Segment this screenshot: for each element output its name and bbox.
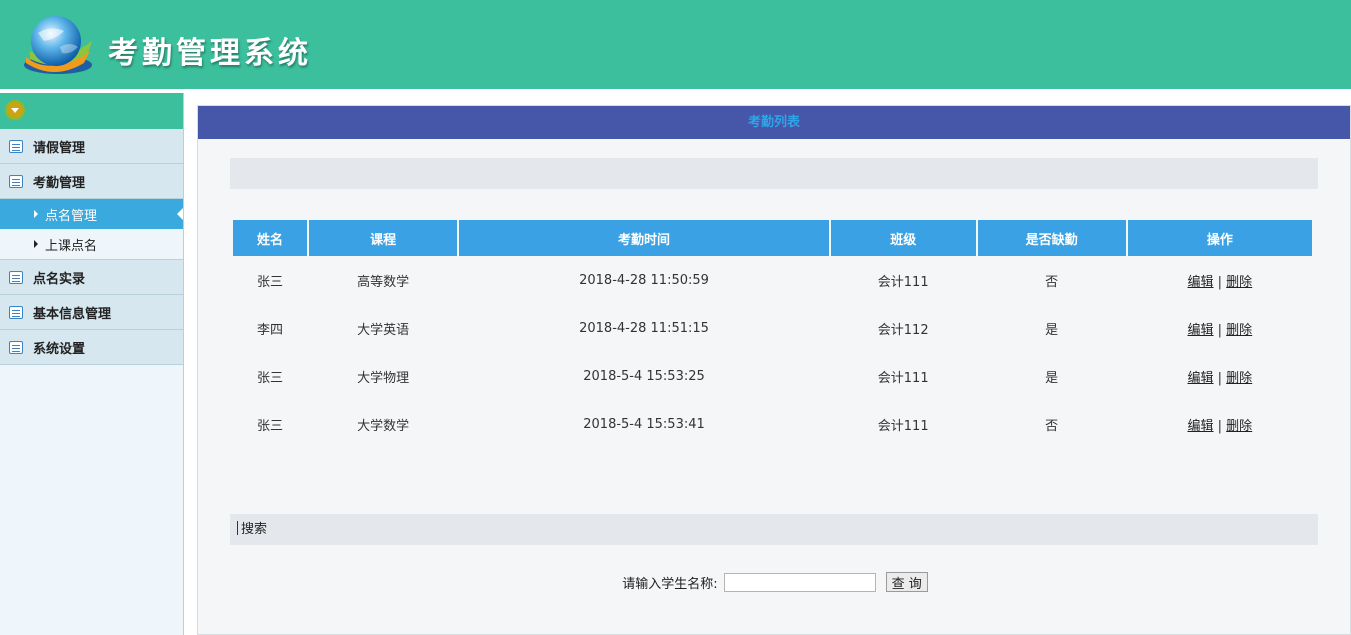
list-icon: [9, 305, 23, 319]
table-row: 张三 大学物理 2018-5-4 15:53:25 会计111 是 编辑 | 删…: [233, 352, 1312, 400]
sidebar-top-bar: [0, 93, 183, 129]
list-icon: [9, 174, 23, 188]
list-icon: [9, 139, 23, 153]
cell-time: 2018-4-28 11:50:59: [579, 272, 709, 288]
cell-actions: 编辑 | 删除: [1128, 256, 1312, 304]
column-header[interactable]: 课程: [309, 220, 458, 256]
globe-arrow-logo-icon: [24, 16, 92, 74]
caret-right-icon: [34, 240, 38, 248]
column-header[interactable]: 姓名: [233, 220, 308, 256]
student-name-label: 请输入学生名称:: [622, 576, 718, 592]
panel-title: 考勤列表: [198, 106, 1350, 139]
sidebar-group-label: 请假管理: [33, 140, 86, 156]
cell-time: 2018-4-28 11:51:15: [579, 320, 709, 336]
list-icon: [9, 270, 23, 284]
cell-course: 大学数学: [357, 418, 410, 434]
cell-name: 张三: [257, 418, 284, 434]
table-row: 李四 大学英语 2018-4-28 11:51:15 会计112 是 编辑 | …: [233, 304, 1312, 352]
cell-class: 会计111: [877, 274, 929, 290]
table-header-row: 姓名 课程 考勤时间 班级 是否缺勤 操作: [233, 220, 1312, 256]
delete-link[interactable]: 删除: [1226, 275, 1252, 290]
cell-absent: 是: [1045, 322, 1059, 338]
column-header[interactable]: 考勤时间: [459, 220, 829, 256]
edit-link[interactable]: 编辑: [1187, 323, 1213, 338]
cell-course: 高等数学: [357, 274, 410, 290]
cell-actions: 编辑 | 删除: [1128, 400, 1312, 448]
student-name-input[interactable]: [723, 572, 876, 592]
sidebar-item-label: 点名管理: [45, 208, 98, 224]
sidebar-item-label: 上课点名: [45, 238, 98, 254]
cell-time: 2018-5-4 15:53:41: [583, 416, 705, 432]
cell-class: 会计112: [877, 322, 929, 338]
sidebar-group-label: 系统设置: [33, 341, 86, 357]
column-header[interactable]: 是否缺勤: [977, 220, 1126, 256]
cell-time: 2018-5-4 15:53:25: [583, 368, 705, 384]
cell-absent: 否: [1045, 418, 1059, 434]
column-header[interactable]: 班级: [830, 220, 976, 256]
sidebar-group-basic-info[interactable]: 基本信息管理: [0, 295, 183, 330]
main-panel: 考勤列表 姓名 课程 考勤时间 班级 是否缺勤 操作 张三 高等数学 2018-…: [197, 105, 1351, 635]
sidebar-group-roll-call-records[interactable]: 点名实录: [0, 260, 183, 295]
attendance-table: 姓名 课程 考勤时间 班级 是否缺勤 操作 张三 高等数学 2018-4-28 …: [231, 220, 1314, 448]
sidebar-group-leave[interactable]: 请假管理: [0, 129, 183, 164]
toolbar-bar: [230, 158, 1318, 189]
sidebar-submenu-attendance: 点名管理 上课点名: [0, 199, 183, 260]
cell-actions: 编辑 | 删除: [1128, 304, 1312, 352]
cell-name: 张三: [257, 274, 284, 290]
delete-link[interactable]: 删除: [1226, 371, 1252, 386]
sidebar-item-class-roll-call[interactable]: 上课点名: [0, 229, 183, 259]
app-title: 考勤管理系统: [108, 36, 312, 71]
column-header[interactable]: 操作: [1127, 220, 1312, 256]
action-separator: |: [1217, 274, 1223, 290]
sidebar: 请假管理 考勤管理 点名管理 上课点名 点名实录 基本信息管理 系统设置: [0, 93, 184, 635]
section-marker: [237, 521, 238, 535]
action-separator: |: [1217, 418, 1223, 434]
sidebar-group-label: 基本信息管理: [33, 306, 112, 322]
app-header: 考勤管理系统: [0, 0, 1351, 89]
table-row: 张三 高等数学 2018-4-28 11:50:59 会计111 否 编辑 | …: [233, 256, 1312, 304]
collapse-toggle-icon[interactable]: [5, 100, 25, 120]
cell-name: 张三: [257, 370, 284, 386]
query-button[interactable]: 查 询: [885, 572, 928, 592]
cell-class: 会计111: [877, 418, 929, 434]
sidebar-item-roll-call-management[interactable]: 点名管理: [0, 199, 183, 229]
sidebar-group-attendance[interactable]: 考勤管理: [0, 164, 183, 199]
search-section-bar: 搜索: [230, 514, 1318, 545]
delete-link[interactable]: 删除: [1226, 323, 1252, 338]
cell-class: 会计111: [877, 370, 929, 386]
action-separator: |: [1217, 322, 1223, 338]
edit-link[interactable]: 编辑: [1187, 275, 1213, 290]
caret-right-icon: [34, 210, 38, 218]
sidebar-group-settings[interactable]: 系统设置: [0, 330, 183, 365]
cell-course: 大学物理: [357, 370, 410, 386]
cell-absent: 是: [1045, 370, 1059, 386]
search-section-label: 搜索: [241, 522, 268, 537]
cell-absent: 否: [1045, 274, 1059, 290]
search-form: 请输入学生名称: 查 询: [198, 572, 1351, 592]
delete-link[interactable]: 删除: [1226, 419, 1252, 434]
cell-name: 李四: [257, 322, 284, 338]
sidebar-group-label: 考勤管理: [33, 175, 86, 191]
cell-course: 大学英语: [357, 322, 410, 338]
action-separator: |: [1217, 370, 1223, 386]
edit-link[interactable]: 编辑: [1187, 419, 1213, 434]
table-row: 张三 大学数学 2018-5-4 15:53:41 会计111 否 编辑 | 删…: [233, 400, 1312, 448]
cell-actions: 编辑 | 删除: [1128, 352, 1312, 400]
sidebar-group-label: 点名实录: [33, 271, 86, 287]
edit-link[interactable]: 编辑: [1187, 371, 1213, 386]
list-icon: [9, 340, 23, 354]
